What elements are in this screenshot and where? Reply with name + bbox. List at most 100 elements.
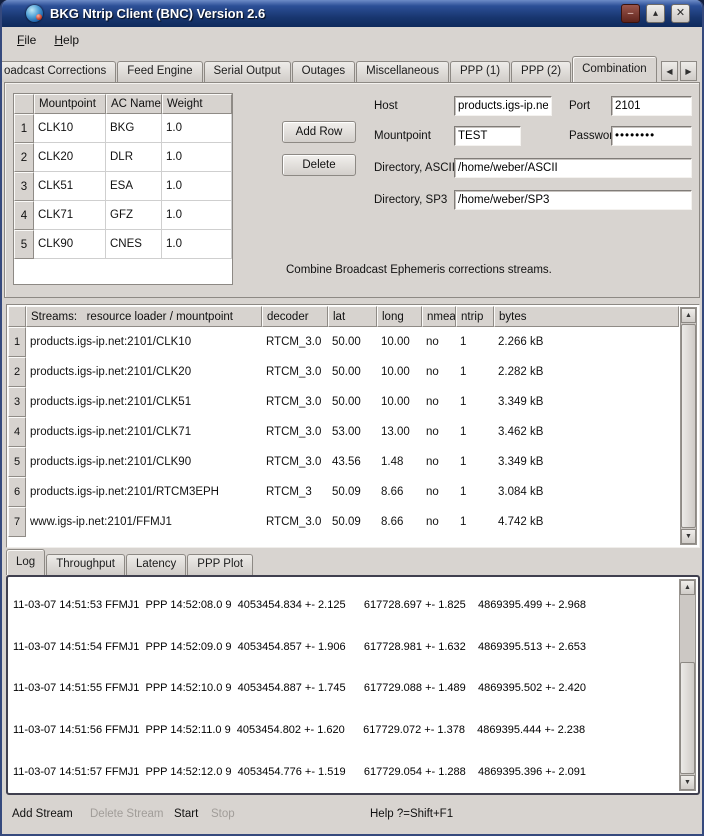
cell-mountpoint[interactable]: CLK71 bbox=[34, 201, 106, 230]
mountpoint-input[interactable] bbox=[454, 126, 521, 146]
row-number: 1 bbox=[8, 327, 26, 357]
stream-ntrip: 1 bbox=[456, 417, 494, 447]
scroll-down-icon[interactable]: ▼ bbox=[681, 529, 696, 544]
streams-table: Streams: resource loader / mountpoint de… bbox=[6, 304, 700, 548]
tab-outages[interactable]: Outages bbox=[292, 61, 355, 82]
stream-row[interactable]: 4 products.igs-ip.net:2101/CLK71 RTCM_3.… bbox=[8, 417, 679, 447]
close-button[interactable]: ✕ bbox=[671, 4, 690, 23]
add-row-button[interactable]: Add Row bbox=[282, 121, 356, 143]
stream-ntrip: 1 bbox=[456, 357, 494, 387]
cell-ac-name[interactable]: GFZ bbox=[106, 201, 162, 230]
tab-broadcast-corrections[interactable]: oadcast Corrections bbox=[2, 61, 116, 82]
scroll-up-icon[interactable]: ▲ bbox=[681, 308, 696, 323]
cell-mountpoint[interactable]: CLK90 bbox=[34, 230, 106, 259]
stream-mountpoint: products.igs-ip.net:2101/CLK20 bbox=[26, 357, 262, 387]
cell-ac-name[interactable]: ESA bbox=[106, 172, 162, 201]
stream-nmea: no bbox=[422, 387, 456, 417]
minimize-button[interactable]: – bbox=[621, 4, 640, 23]
log-line: 11-03-07 14:51:54 FFMJ1 PPP 14:52:09.0 9… bbox=[13, 641, 674, 655]
stream-lat: 50.09 bbox=[328, 477, 377, 507]
stream-decoder: RTCM_3.0 bbox=[262, 447, 328, 477]
cell-weight[interactable]: 1.0 bbox=[162, 172, 232, 201]
password-input[interactable] bbox=[611, 126, 692, 146]
stream-decoder: RTCM_3.0 bbox=[262, 357, 328, 387]
scroll-up-icon[interactable]: ▲ bbox=[680, 580, 695, 595]
log-scrollbar[interactable]: ▲ ▼ bbox=[679, 579, 696, 791]
log-view[interactable]: 11-03-07 14:51:53 FFMJ1 PPP 14:52:08.0 9… bbox=[6, 575, 700, 795]
stream-bytes: 4.742 kB bbox=[494, 507, 679, 537]
tab-serial-output[interactable]: Serial Output bbox=[204, 61, 291, 82]
menu-file[interactable]: File bbox=[8, 30, 45, 50]
dir-sp3-input[interactable] bbox=[454, 190, 692, 210]
maximize-button[interactable]: ▴ bbox=[646, 4, 665, 23]
tab-ppp-2[interactable]: PPP (2) bbox=[511, 61, 571, 82]
stream-row[interactable]: 7 www.igs-ip.net:2101/FFMJ1 RTCM_3.0 50.… bbox=[8, 507, 679, 537]
scrollbar-thumb[interactable] bbox=[680, 662, 695, 774]
row-number: 4 bbox=[14, 201, 34, 230]
table-row: 2 CLK20 DLR 1.0 bbox=[14, 143, 232, 172]
delete-stream-button[interactable]: Delete Stream bbox=[90, 808, 164, 820]
tab-ppp-plot[interactable]: PPP Plot bbox=[187, 554, 253, 575]
stream-decoder: RTCM_3.0 bbox=[262, 507, 328, 537]
tab-miscellaneous[interactable]: Miscellaneous bbox=[356, 61, 449, 82]
cell-weight[interactable]: 1.0 bbox=[162, 114, 232, 143]
cell-weight[interactable]: 1.0 bbox=[162, 143, 232, 172]
host-input[interactable] bbox=[454, 96, 552, 116]
stream-row[interactable]: 1 products.igs-ip.net:2101/CLK10 RTCM_3.… bbox=[8, 327, 679, 357]
tab-scroll-right-icon[interactable]: ▶ bbox=[680, 61, 697, 81]
stream-long: 8.66 bbox=[377, 477, 422, 507]
port-label: Port bbox=[569, 100, 590, 112]
streams-scrollbar[interactable]: ▲ ▼ bbox=[680, 307, 697, 545]
tab-log[interactable]: Log bbox=[6, 549, 45, 575]
cell-ac-name[interactable]: DLR bbox=[106, 143, 162, 172]
stream-row[interactable]: 5 products.igs-ip.net:2101/CLK90 RTCM_3.… bbox=[8, 447, 679, 477]
cell-ac-name[interactable]: BKG bbox=[106, 114, 162, 143]
tab-combination[interactable]: Combination bbox=[572, 56, 657, 82]
col-header-ntrip: ntrip bbox=[456, 306, 494, 327]
stream-row[interactable]: 6 products.igs-ip.net:2101/RTCM3EPH RTCM… bbox=[8, 477, 679, 507]
delete-row-button[interactable]: Delete bbox=[282, 154, 356, 176]
stream-ntrip: 1 bbox=[456, 507, 494, 537]
cell-mountpoint[interactable]: CLK10 bbox=[34, 114, 106, 143]
combination-table: Mountpoint AC Name Weight 1 CLK10 BKG 1.… bbox=[13, 93, 233, 285]
cell-mountpoint[interactable]: CLK51 bbox=[34, 172, 106, 201]
cell-mountpoint[interactable]: CLK20 bbox=[34, 143, 106, 172]
col-header-ac-name: AC Name bbox=[106, 94, 162, 114]
tab-latency[interactable]: Latency bbox=[126, 554, 186, 575]
add-stream-button[interactable]: Add Stream bbox=[12, 808, 73, 820]
cell-weight[interactable]: 1.0 bbox=[162, 201, 232, 230]
stream-mountpoint: products.igs-ip.net:2101/RTCM3EPH bbox=[26, 477, 262, 507]
tab-ppp-1[interactable]: PPP (1) bbox=[450, 61, 510, 82]
cell-ac-name[interactable]: CNES bbox=[106, 230, 162, 259]
stream-long: 1.48 bbox=[377, 447, 422, 477]
log-text: 11-03-07 14:51:53 FFMJ1 PPP 14:52:08.0 9… bbox=[13, 575, 674, 795]
tab-feed-engine[interactable]: Feed Engine bbox=[117, 61, 202, 82]
config-tab-bar: oadcast Corrections Feed Engine Serial O… bbox=[2, 56, 660, 82]
dir-ascii-input[interactable] bbox=[454, 158, 692, 178]
stream-ntrip: 1 bbox=[456, 387, 494, 417]
tab-scroll-left-icon[interactable]: ◀ bbox=[661, 61, 678, 81]
menu-help[interactable]: Help bbox=[45, 30, 88, 50]
port-input[interactable] bbox=[611, 96, 692, 116]
start-button[interactable]: Start bbox=[174, 808, 198, 820]
stream-ntrip: 1 bbox=[456, 477, 494, 507]
log-line: 11-03-07 14:51:55 FFMJ1 PPP 14:52:10.0 9… bbox=[13, 682, 674, 696]
stream-mountpoint: products.igs-ip.net:2101/CLK71 bbox=[26, 417, 262, 447]
scrollbar-thumb[interactable] bbox=[681, 324, 696, 528]
stream-row[interactable]: 3 products.igs-ip.net:2101/CLK51 RTCM_3.… bbox=[8, 387, 679, 417]
stream-row[interactable]: 2 products.igs-ip.net:2101/CLK20 RTCM_3.… bbox=[8, 357, 679, 387]
stop-button[interactable]: Stop bbox=[211, 808, 235, 820]
stream-nmea: no bbox=[422, 477, 456, 507]
col-header-streams: Streams: resource loader / mountpoint bbox=[26, 306, 262, 327]
stream-ntrip: 1 bbox=[456, 327, 494, 357]
tab-throughput[interactable]: Throughput bbox=[46, 554, 125, 575]
col-header-weight: Weight bbox=[162, 94, 232, 114]
stream-lat: 43.56 bbox=[328, 447, 377, 477]
col-header-decoder: decoder bbox=[262, 306, 328, 327]
titlebar[interactable]: BKG Ntrip Client (BNC) Version 2.6 – ▴ ✕ bbox=[2, 0, 702, 27]
dir-ascii-label: Directory, ASCII bbox=[374, 162, 455, 174]
col-header-mountpoint: Mountpoint bbox=[34, 94, 106, 114]
stream-bytes: 3.349 kB bbox=[494, 447, 679, 477]
cell-weight[interactable]: 1.0 bbox=[162, 230, 232, 259]
scroll-down-icon[interactable]: ▼ bbox=[680, 775, 695, 790]
